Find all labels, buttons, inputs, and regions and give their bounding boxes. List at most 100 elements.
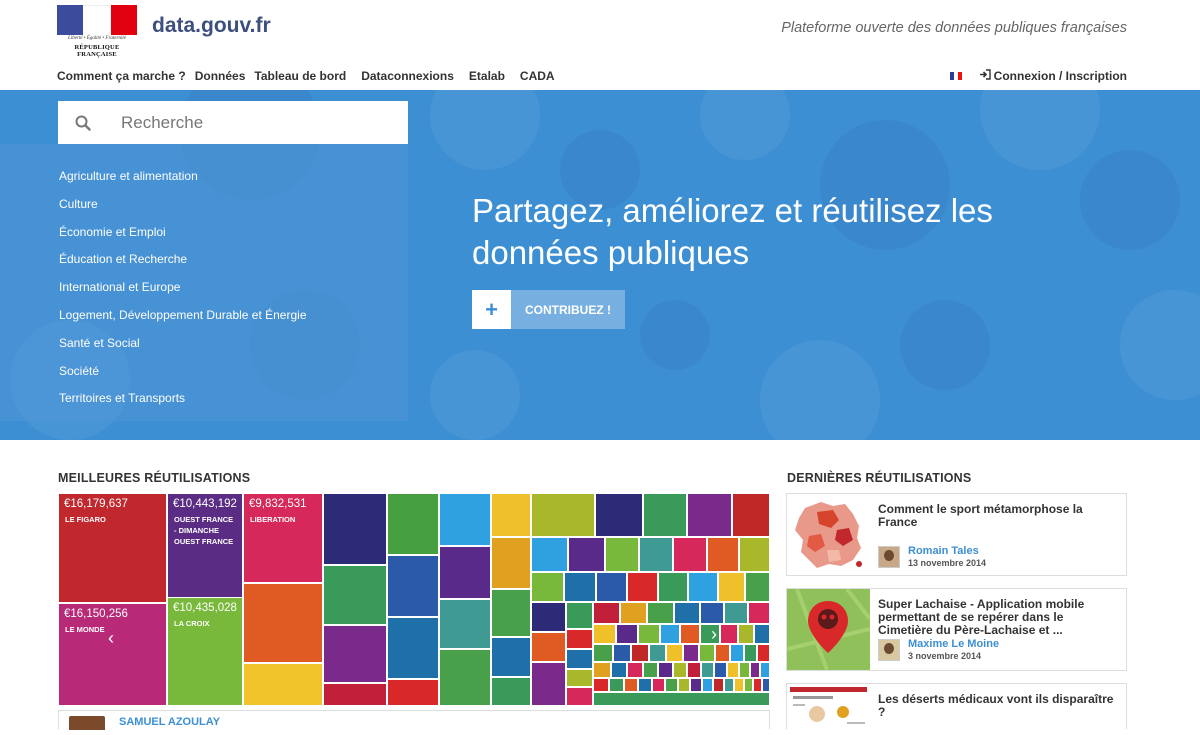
treemap-tile[interactable] — [750, 662, 760, 678]
treemap-tile[interactable] — [658, 572, 688, 602]
treemap-tile[interactable] — [649, 644, 666, 662]
topic-link[interactable]: Santé et Social — [0, 334, 408, 362]
treemap-tile[interactable] — [683, 644, 699, 662]
treemap-tile[interactable] — [613, 644, 631, 662]
treemap-tile[interactable] — [753, 678, 762, 692]
treemap-tile[interactable] — [724, 602, 748, 624]
treemap-tile[interactable] — [566, 649, 593, 669]
treemap-tile[interactable] — [687, 662, 701, 678]
treemap-tile[interactable] — [714, 662, 727, 678]
treemap-tile[interactable] — [566, 687, 593, 706]
treemap-tile[interactable] — [718, 572, 745, 602]
nav-dataconnexions[interactable]: Dataconnexions — [361, 69, 454, 83]
treemap-tile[interactable] — [688, 572, 718, 602]
treemap-tile[interactable] — [566, 669, 593, 687]
treemap-tile[interactable] — [531, 572, 564, 602]
search-icon[interactable] — [58, 115, 108, 131]
search-input[interactable] — [108, 112, 388, 133]
treemap-tile-le-figaro[interactable]: €16,179,637 LE FIGARO — [58, 493, 167, 603]
treemap-tile[interactable] — [564, 572, 596, 602]
treemap-tile-le-monde[interactable]: €16,150,256 LE MONDE — [58, 603, 167, 706]
author-name[interactable]: SAMUEL AZOULAY — [119, 716, 220, 728]
treemap-tile[interactable] — [734, 678, 744, 692]
treemap-tile[interactable] — [700, 602, 724, 624]
treemap-tile[interactable] — [690, 678, 702, 692]
treemap-tile[interactable] — [639, 537, 673, 572]
treemap-tile[interactable] — [660, 624, 680, 644]
treemap-tile[interactable] — [491, 637, 531, 677]
treemap-tile[interactable] — [680, 624, 700, 644]
treemap-tile[interactable] — [323, 625, 387, 683]
treemap-tile[interactable] — [593, 678, 609, 692]
reuse-card-author[interactable]: Romain Tales — [908, 545, 986, 558]
treemap-tile[interactable] — [744, 678, 753, 692]
treemap-tile[interactable] — [566, 629, 593, 649]
treemap-tile[interactable] — [439, 649, 491, 706]
treemap-tile[interactable] — [323, 683, 387, 706]
treemap-tile[interactable] — [699, 644, 715, 662]
treemap-tile[interactable] — [674, 602, 700, 624]
treemap-tile[interactable] — [616, 624, 638, 644]
treemap-tile[interactable] — [665, 678, 678, 692]
treemap-tile[interactable] — [658, 662, 673, 678]
topic-link[interactable]: Société — [0, 362, 408, 390]
treemap-tile[interactable] — [593, 692, 770, 706]
treemap-tile[interactable] — [702, 678, 713, 692]
treemap-tile-liberation[interactable]: €9,832,531 LIBERATION — [243, 493, 323, 583]
treemap-tile[interactable] — [595, 493, 643, 537]
treemap-tile[interactable] — [678, 678, 690, 692]
treemap-tile[interactable] — [243, 663, 323, 706]
treemap-tile[interactable] — [754, 624, 770, 644]
treemap-tile[interactable] — [707, 537, 739, 572]
treemap-tile[interactable] — [638, 678, 652, 692]
treemap-tile[interactable] — [715, 644, 730, 662]
treemap-tile[interactable] — [643, 662, 658, 678]
site-name-link[interactable]: data.gouv.fr — [152, 14, 271, 38]
treemap-tile[interactable] — [627, 662, 643, 678]
treemap-tile[interactable] — [323, 565, 387, 625]
topic-link[interactable]: International et Europe — [0, 278, 408, 306]
treemap-tile[interactable] — [491, 537, 531, 589]
reuse-card-title[interactable]: Comment le sport métamorphose la France — [878, 503, 1118, 529]
topic-link[interactable]: Agriculture et alimentation — [0, 167, 408, 195]
treemap-tile[interactable] — [744, 644, 757, 662]
treemap-tile[interactable] — [762, 678, 770, 692]
treemap-tile[interactable] — [720, 624, 738, 644]
treemap-tile[interactable] — [531, 632, 566, 662]
treemap-tile[interactable] — [738, 624, 754, 644]
treemap-tile[interactable] — [745, 572, 770, 602]
treemap-tile[interactable] — [730, 644, 744, 662]
treemap-tile[interactable] — [596, 572, 627, 602]
treemap-tile[interactable] — [673, 662, 687, 678]
treemap-tile[interactable] — [673, 537, 707, 572]
treemap-tile[interactable] — [700, 624, 720, 644]
treemap-tile[interactable] — [631, 644, 649, 662]
reuse-card[interactable]: Les déserts médicaux vont ils disparaîtr… — [786, 683, 1127, 730]
treemap-tile[interactable] — [387, 617, 439, 679]
treemap-tile[interactable] — [439, 493, 491, 546]
nav-donnees[interactable]: Données — [195, 69, 246, 83]
topic-link[interactable]: Territoires et Transports — [0, 389, 408, 417]
treemap-tile[interactable] — [439, 599, 491, 649]
treemap-tile[interactable] — [531, 662, 566, 706]
treemap-tile[interactable] — [387, 493, 439, 555]
nav-comment-ca-marche[interactable]: Comment ça marche ? — [57, 69, 186, 83]
treemap-tile[interactable] — [643, 493, 687, 537]
nav-tableau-de-bord[interactable]: Tableau de bord — [254, 69, 346, 83]
topic-link[interactable]: Économie et Emploi — [0, 223, 408, 251]
treemap-tile[interactable] — [647, 602, 674, 624]
treemap-tile[interactable] — [713, 678, 724, 692]
best-reuse-treemap[interactable]: €16,179,637 LE FIGARO €10,443,192 OUEST … — [58, 493, 770, 706]
treemap-tile[interactable] — [627, 572, 658, 602]
treemap-tile[interactable] — [624, 678, 638, 692]
treemap-tile[interactable] — [724, 678, 734, 692]
treemap-tile[interactable] — [566, 602, 593, 629]
treemap-tile[interactable] — [687, 493, 732, 537]
treemap-tile[interactable] — [593, 624, 616, 644]
treemap-tile[interactable] — [638, 624, 660, 644]
topic-link[interactable]: Logement, Développement Durable et Énerg… — [0, 306, 408, 334]
reuse-card-title[interactable]: Super Lachaise - Application mobile perm… — [878, 598, 1118, 637]
carousel-prev-icon[interactable]: ‹ — [108, 628, 114, 649]
treemap-tile[interactable] — [620, 602, 647, 624]
reuse-card[interactable]: Comment le sport métamorphose la France … — [786, 493, 1127, 576]
